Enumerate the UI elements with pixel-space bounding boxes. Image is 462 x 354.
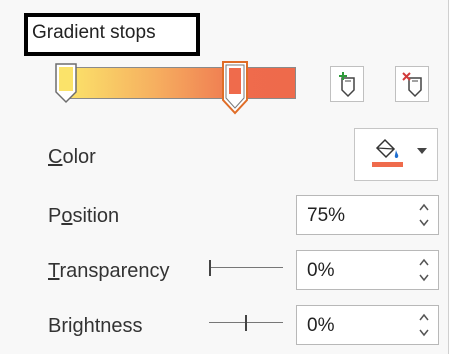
remove-gradient-stop-icon xyxy=(402,72,422,98)
gradient-stop-2-selected[interactable] xyxy=(221,60,249,116)
transparency-slider-track xyxy=(209,267,283,268)
spin-up-icon[interactable] xyxy=(417,202,431,212)
spin-down-icon[interactable] xyxy=(417,328,431,338)
gradient-stop-marker-icon xyxy=(222,61,248,115)
transparency-slider[interactable] xyxy=(209,258,283,278)
transparency-label-accelerator: T xyxy=(48,260,60,282)
add-gradient-stop-icon xyxy=(339,72,355,98)
color-label-rest: olor xyxy=(62,146,96,168)
spin-down-icon[interactable] xyxy=(417,218,431,228)
position-label-start: P xyxy=(48,205,62,227)
color-picker-button[interactable] xyxy=(354,128,438,181)
section-heading: Gradient stops xyxy=(24,13,200,56)
gradient-stop-marker-icon xyxy=(55,63,77,104)
spin-up-icon[interactable] xyxy=(417,257,431,267)
transparency-label-rest: ransparency xyxy=(59,260,170,282)
brightness-label-text: Brightness xyxy=(48,315,143,337)
position-label-accelerator: o xyxy=(61,205,73,227)
color-label-accelerator: C xyxy=(48,146,63,168)
position-spinbox[interactable]: 75% xyxy=(296,195,439,235)
brightness-label: Brightness xyxy=(48,315,143,338)
transparency-value[interactable]: 0% xyxy=(307,260,334,282)
position-label: Position xyxy=(48,205,119,228)
position-label-rest: sition xyxy=(72,205,120,227)
gradient-stop-1[interactable] xyxy=(54,62,78,104)
brightness-spinbox[interactable]: 0% xyxy=(296,305,439,345)
brightness-slider-thumb[interactable] xyxy=(245,315,247,331)
paint-bucket-icon xyxy=(375,138,399,159)
spin-up-icon[interactable] xyxy=(417,312,431,322)
transparency-label: Transparency xyxy=(48,260,170,283)
transparency-spinbox[interactable]: 0% xyxy=(296,250,439,290)
brightness-slider[interactable] xyxy=(209,313,283,333)
transparency-slider-thumb[interactable] xyxy=(209,260,211,276)
color-label: Color xyxy=(48,146,96,169)
add-gradient-stop-button[interactable] xyxy=(330,66,364,102)
panel-scrollbar[interactable] xyxy=(448,0,462,354)
position-value[interactable]: 75% xyxy=(307,205,345,227)
current-color-swatch xyxy=(372,162,403,167)
spin-down-icon[interactable] xyxy=(417,273,431,283)
brightness-value[interactable]: 0% xyxy=(307,315,334,337)
remove-gradient-stop-button[interactable] xyxy=(395,66,429,102)
chevron-down-icon xyxy=(417,148,427,154)
gradient-bar[interactable] xyxy=(66,67,296,99)
section-heading-text: Gradient stops xyxy=(32,22,156,43)
